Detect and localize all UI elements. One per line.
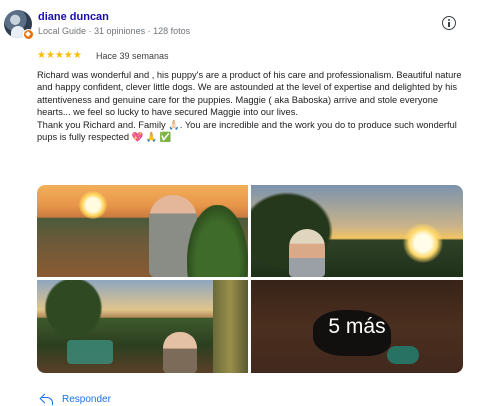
local-guide-badge-icon xyxy=(23,29,34,40)
review-photo-2[interactable] xyxy=(251,185,463,277)
review-paragraph: Thank you Richard and. Family 🙏🏻. You ar… xyxy=(37,119,457,143)
more-photos-label[interactable]: 5 más xyxy=(251,280,463,373)
reply-icon xyxy=(40,394,54,405)
info-icon[interactable] xyxy=(442,16,456,30)
review-photo-3[interactable] xyxy=(37,280,248,373)
author-meta: Local Guide · 31 opiniones · 128 fotos xyxy=(38,26,191,36)
review-time: Hace 39 semanas xyxy=(96,51,169,61)
reply-label: Responder xyxy=(62,393,111,405)
review-paragraph: Richard was wonderful and , his puppy's … xyxy=(37,70,462,118)
reply-button[interactable]: Responder xyxy=(40,392,111,406)
review-photo-4-more[interactable]: 5 más xyxy=(251,280,463,373)
star-rating: ★★★★★ xyxy=(37,50,82,61)
review-header: diane duncan Local Guide · 31 opiniones … xyxy=(4,10,474,42)
photo-grid: 5 más xyxy=(37,185,463,373)
author-name[interactable]: diane duncan xyxy=(38,11,109,23)
review-text: Richard was wonderful and , his puppy's … xyxy=(37,69,467,143)
review-photo-1[interactable] xyxy=(37,185,248,277)
